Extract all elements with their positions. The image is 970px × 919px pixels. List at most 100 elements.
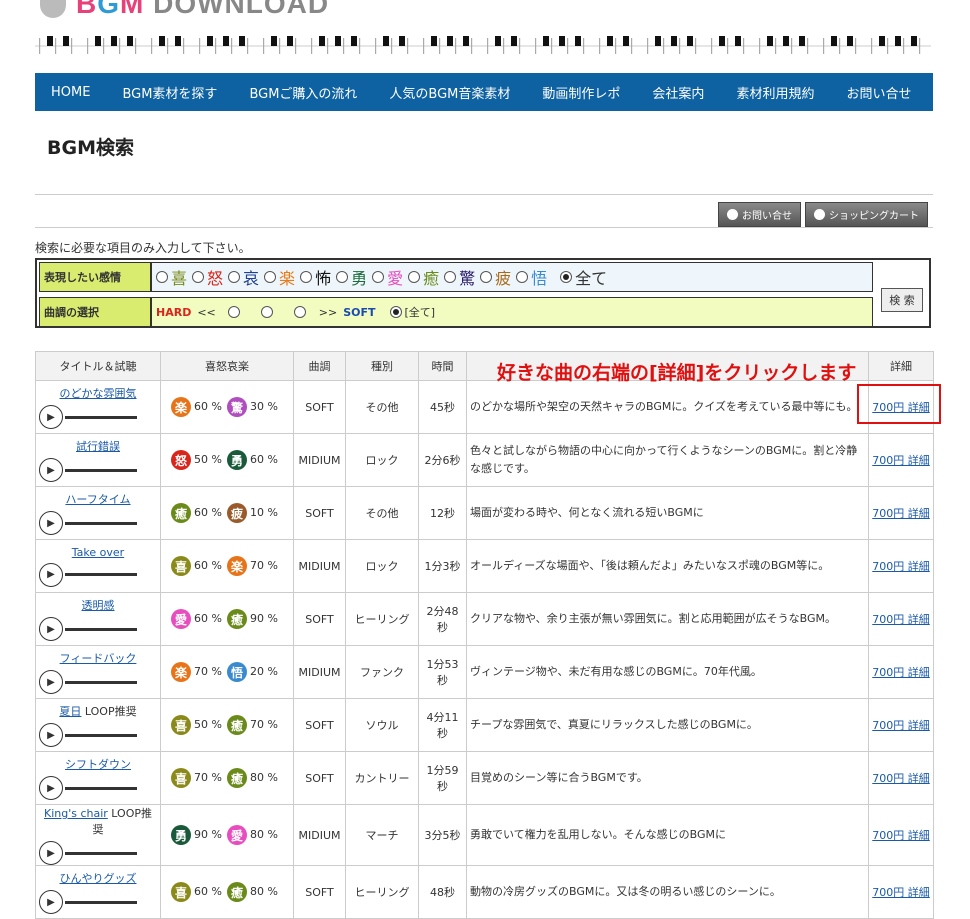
emotion-badge: 愛 (227, 825, 247, 845)
emotion-radio[interactable] (444, 271, 457, 283)
play-icon[interactable]: ▶ (39, 405, 63, 429)
detail-cell: 700円 詳細 (868, 486, 934, 540)
play-icon[interactable]: ▶ (39, 458, 63, 482)
nav-item[interactable]: 会社案内 (636, 83, 720, 102)
emotion-radio-all[interactable] (560, 271, 573, 283)
play-icon[interactable]: ▶ (39, 670, 63, 694)
emotion-percent: 70 % (194, 771, 222, 784)
tone-radio-1[interactable] (227, 306, 240, 318)
emotion-option-all[interactable]: 全て (560, 265, 607, 289)
progress-bar[interactable] (65, 415, 137, 419)
detail-link[interactable]: 700円 詳細 (872, 719, 930, 732)
play-icon[interactable]: ▶ (39, 776, 63, 800)
emotion-option[interactable]: 哀 (228, 265, 259, 289)
search-button[interactable]: 検 索 (881, 288, 923, 312)
emotion-char: 哀 (243, 269, 260, 288)
play-icon[interactable]: ▶ (39, 562, 63, 587)
progress-bar[interactable] (65, 468, 137, 472)
track-title-link[interactable]: Take over (72, 546, 124, 559)
genre-cell: ロック (345, 539, 419, 593)
nav-item[interactable]: BGM素材を探す (106, 83, 233, 102)
emotion-option[interactable]: 驚 (444, 265, 475, 289)
nav-item[interactable]: 人気のBGM音楽素材 (373, 83, 526, 102)
emotion-option[interactable]: 喜 (156, 265, 187, 289)
detail-link[interactable]: 700円 詳細 (872, 560, 930, 573)
emotion-radio[interactable] (480, 271, 493, 283)
nav-item[interactable]: 素材利用規約 (720, 83, 830, 102)
play-icon[interactable]: ▶ (39, 890, 63, 914)
nav-item[interactable]: 動画制作レポ (526, 83, 636, 102)
progress-bar[interactable] (65, 680, 137, 684)
emotion-radio[interactable] (408, 271, 421, 283)
play-icon[interactable]: ▶ (39, 841, 63, 865)
audio-player: ▶ (39, 890, 157, 914)
progress-bar[interactable] (65, 627, 137, 631)
progress-bar[interactable] (65, 573, 137, 576)
table-row: のどかな雰囲気 ▶ 楽 60 % 驚 30 % SOFT その他 45秒 のどかな場所や架空の天然… (35, 380, 934, 434)
progress-bar[interactable] (65, 521, 137, 525)
track-title-link[interactable]: 透明感 (82, 599, 115, 612)
nav-item[interactable]: HOME (35, 85, 106, 100)
emotion-option[interactable]: 疲 (480, 265, 511, 289)
emotion-percent: 60 % (194, 506, 222, 519)
site-logo[interactable]: BGM DOWNLOAD (40, 0, 329, 18)
track-title-link[interactable]: のどかな雰囲気 (60, 387, 137, 400)
title-cell: フィードバック ▶ (35, 645, 161, 699)
track-title-link[interactable]: King's chair (44, 807, 108, 820)
track-title-link[interactable]: シフトダウン (65, 758, 131, 771)
emotion-option[interactable]: 楽 (264, 265, 295, 289)
detail-link[interactable]: 700円 詳細 (872, 772, 930, 785)
track-title-link[interactable]: フィードバック (60, 652, 137, 665)
emotion-badge: 楽 (171, 397, 192, 417)
emotion-radio[interactable] (192, 271, 205, 283)
emotion-option[interactable]: 怒 (192, 265, 223, 289)
emotion-radio[interactable] (264, 271, 277, 283)
detail-link[interactable]: 700円 詳細 (872, 886, 930, 899)
contact-button[interactable]: お問い合せ (718, 202, 801, 227)
emotion-option[interactable]: 怖 (300, 265, 331, 289)
audio-player: ▶ (39, 617, 157, 641)
track-title-link[interactable]: 夏日 (59, 705, 81, 718)
emotion-option[interactable]: 勇 (336, 265, 367, 289)
detail-link[interactable]: 700円 詳細 (872, 507, 930, 520)
emotion-radio[interactable] (372, 271, 385, 283)
tone-cell: SOFT (293, 380, 346, 434)
progress-bar[interactable] (65, 851, 137, 855)
detail-link[interactable]: 700円 詳細 (872, 666, 930, 679)
emotion-option[interactable]: 悟 (516, 265, 547, 289)
emotion-radio[interactable] (336, 271, 349, 283)
emotion-option[interactable]: 癒 (408, 265, 439, 289)
progress-bar[interactable] (65, 733, 137, 737)
description-cell: 色々と試しながら物語の中心に向かって行くようなシーンのBGMに。割と冷静な感じで… (466, 433, 869, 487)
genre-cell: ファンク (345, 645, 419, 699)
track-title-link[interactable]: ハーフタイム (65, 493, 130, 506)
detail-link[interactable]: 700円 詳細 (872, 613, 930, 626)
emotion-radio[interactable] (300, 271, 313, 283)
detail-link[interactable]: 700円 詳細 (872, 454, 930, 467)
play-icon[interactable]: ▶ (39, 511, 63, 535)
play-icon[interactable]: ▶ (39, 723, 63, 747)
tone-radio-all[interactable] (389, 306, 402, 318)
nav-item[interactable]: お問い合せ (830, 83, 927, 102)
play-icon[interactable]: ▶ (39, 617, 63, 641)
emotion-badge: 勇 (227, 450, 247, 470)
progress-bar[interactable] (65, 900, 137, 904)
track-title-link[interactable]: ひんやりグッズ (60, 872, 137, 885)
emotion-option[interactable]: 愛 (372, 265, 403, 289)
title-cell: シフトダウン ▶ (35, 751, 161, 805)
emotion-radio[interactable] (228, 271, 241, 283)
tone-radio-2[interactable] (260, 306, 273, 318)
emotion-radio[interactable] (516, 271, 529, 283)
emotion-badge: 楽 (227, 556, 247, 576)
progress-bar[interactable] (65, 786, 137, 790)
nav-item[interactable]: BGMご購入の流れ (233, 83, 373, 102)
audio-player: ▶ (39, 511, 157, 535)
track-title-link[interactable]: 試行錯誤 (76, 440, 120, 453)
emotion-cell: 癒 60 % 疲 10 % (160, 486, 294, 540)
genre-cell: その他 (345, 380, 419, 434)
tone-radio-3[interactable] (293, 306, 306, 318)
cart-button[interactable]: ショッピングカート (805, 202, 928, 227)
detail-link[interactable]: 700円 詳細 (872, 829, 930, 842)
emotion-radio[interactable] (156, 271, 168, 283)
arrow-right: >> (318, 305, 338, 319)
